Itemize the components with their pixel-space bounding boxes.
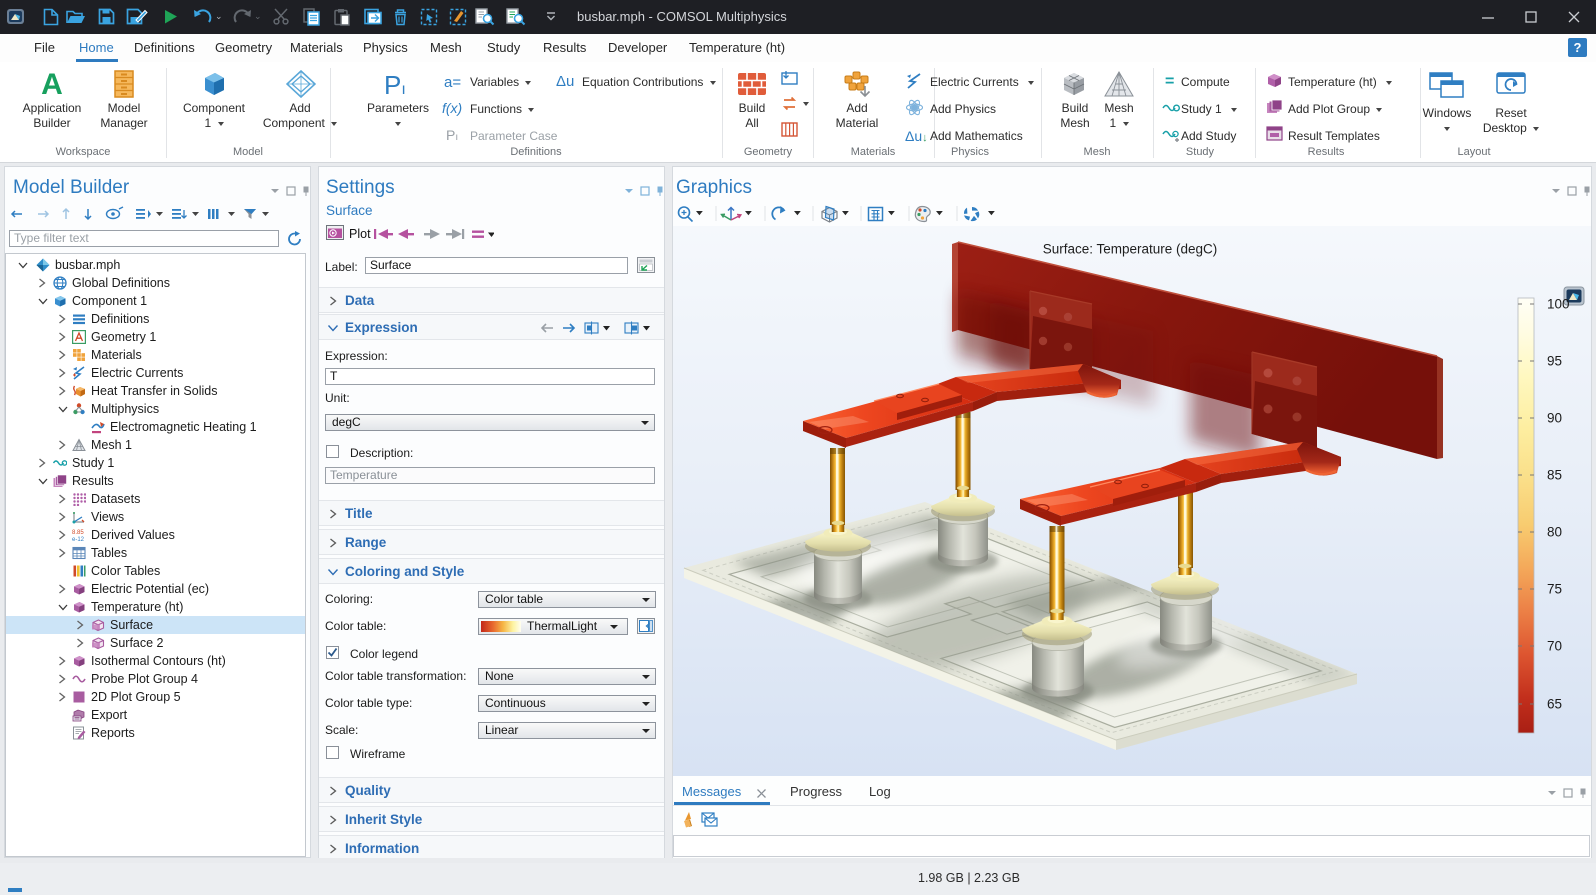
- svg-text:Surface: Temperature (degC): Surface: Temperature (degC): [1043, 242, 1218, 257]
- svg-text:95: 95: [1547, 354, 1562, 369]
- svg-text:85: 85: [1547, 468, 1562, 483]
- svg-text:100: 100: [1547, 297, 1570, 312]
- svg-text:75: 75: [1547, 582, 1562, 597]
- svg-text:e-12: e-12: [72, 537, 85, 542]
- svg-text:70: 70: [1547, 639, 1562, 654]
- svg-text:90: 90: [1547, 411, 1562, 426]
- svg-text:80: 80: [1547, 525, 1562, 540]
- svg-text:65: 65: [1547, 697, 1562, 712]
- svg-text:8.85: 8.85: [72, 530, 84, 536]
